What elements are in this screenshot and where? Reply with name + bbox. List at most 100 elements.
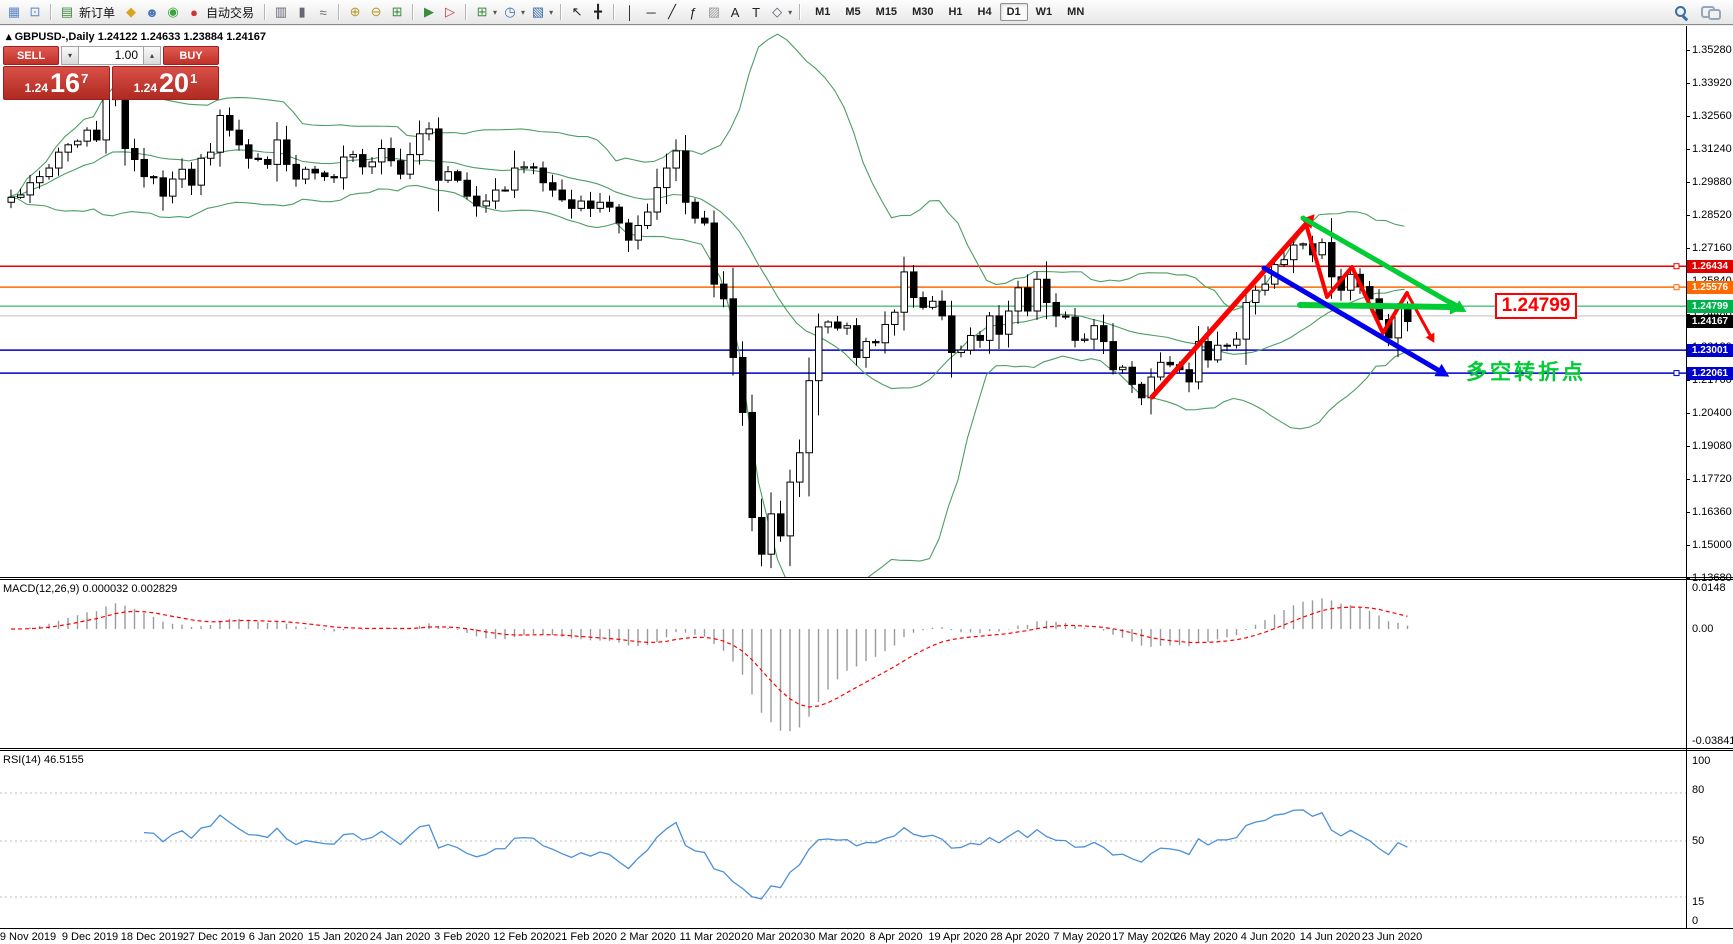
new-order-icon-label[interactable]: 新订单 — [79, 4, 115, 21]
date-tick-label: 17 May 2020 — [1112, 931, 1176, 943]
volume-up-button[interactable]: ▴ — [143, 46, 161, 65]
timeframe-w1[interactable]: W1 — [1029, 3, 1060, 21]
arrows-tool-icon-dropdown[interactable]: ▾ — [788, 8, 792, 17]
profiles-icon[interactable]: ⊡ — [25, 3, 45, 22]
price-tickmark — [1686, 50, 1690, 51]
price-tickmark — [1686, 512, 1690, 513]
price-tick-label: 1.28520 — [1692, 209, 1732, 221]
cursor-icon[interactable]: ↖ — [567, 3, 587, 22]
price-tickmark — [1686, 248, 1690, 249]
price-tick-label: 1.35280 — [1692, 44, 1732, 56]
buy-button[interactable]: BUY — [163, 46, 219, 65]
date-tick-label: 14 Jun 2020 — [1299, 931, 1361, 943]
tile-windows-icon[interactable]: ⊞ — [387, 3, 407, 22]
panel-separator[interactable] — [0, 748, 1733, 751]
date-tick-label: 7 May 2020 — [1053, 931, 1111, 943]
price-tick-label: 1.32560 — [1692, 110, 1732, 122]
panel-separator[interactable] — [0, 577, 1733, 580]
price-chart-canvas[interactable] — [0, 26, 1687, 578]
autotrade-icon-label[interactable]: 自动交易 — [206, 4, 254, 21]
price-tickmark — [1686, 116, 1690, 117]
macd-label: MACD(12,26,9) 0.000032 0.002829 — [3, 583, 178, 595]
sell-button[interactable]: SELL — [3, 46, 59, 65]
toolbar-separator — [412, 4, 415, 20]
arrows-tool-icon[interactable]: ◇ — [767, 3, 787, 22]
candle-chart-type-icon[interactable]: ▮ — [292, 3, 312, 22]
toolbar-separator — [50, 4, 52, 20]
volume-input[interactable]: 1.00 — [79, 46, 143, 65]
gold-chart-icon[interactable]: ◆ — [121, 3, 141, 22]
main-toolbar: ▦ ⊡ ▤ 新订单 ◆ ☻ ◉ ● 自动交易 ▥ ▮ ≈ ⊕ ⊖ ⊞ ▶ ▷ ⊞ ▾ ◷ ▾ ▧ ▾ ↖ ╋ │ ─ ╱ ƒ ▨ A T ◇ ▾ … — [0, 0, 1733, 25]
date-tick-label: 26 May 2020 — [1174, 931, 1238, 943]
label-tool-icon[interactable]: T — [746, 3, 766, 22]
timeframe-m30[interactable]: M30 — [905, 3, 940, 21]
date-tick-label: 24 Jan 2020 — [369, 931, 431, 943]
price-level-badge: 1.24799 — [1687, 299, 1733, 313]
new-order-icon[interactable]: ▤ — [57, 3, 77, 22]
buy-price-button[interactable]: 1.24 20 1 — [112, 66, 219, 100]
rsi-panel[interactable] — [0, 752, 1687, 928]
indicators-template-icon-dropdown[interactable]: ▾ — [549, 8, 553, 17]
trendline-tool-icon[interactable]: ╱ — [662, 3, 682, 22]
text-tool-icon[interactable]: A — [725, 3, 745, 22]
timeframe-m1[interactable]: M1 — [808, 3, 837, 21]
timeframe-h4[interactable]: H4 — [971, 3, 999, 21]
new-chart-icon[interactable]: ⊞ — [472, 3, 492, 22]
channel-tool-icon[interactable]: ▨ — [704, 3, 724, 22]
date-tick-label: 30 Mar 2020 — [803, 931, 865, 943]
zoom-out-icon[interactable]: ⊖ — [366, 3, 386, 22]
date-tick-label: 18 Dec 2019 — [120, 931, 184, 943]
auto-scroll-icon[interactable]: ▶ — [419, 3, 439, 22]
timeframes-clock-icon-dropdown[interactable]: ▾ — [521, 8, 525, 17]
timeframes-clock-icon[interactable]: ◷ — [500, 3, 520, 22]
chart-shift-icon[interactable]: ▷ — [440, 3, 460, 22]
rsi-scale-label: 100 — [1692, 755, 1711, 767]
fibonacci-tool-icon[interactable]: ƒ — [683, 3, 703, 22]
turning-point-note: 多空转折点 — [1466, 361, 1586, 384]
chart-window[interactable]: ▴ GBPUSD-,Daily 1.24122 1.24633 1.23884 … — [0, 26, 1733, 944]
timeframe-h1[interactable]: H1 — [941, 3, 969, 21]
ask-price-prefix: 1.24 — [133, 81, 158, 95]
line-chart-type-icon[interactable]: ≈ — [313, 3, 333, 22]
bid-price-big: 16 — [50, 68, 81, 98]
price-level-badge: 1.26434 — [1687, 259, 1733, 273]
signal-icon[interactable]: ◉ — [163, 3, 183, 22]
date-tick-label: 6 Jan 2020 — [248, 931, 304, 943]
indicators-template-icon[interactable]: ▧ — [528, 3, 548, 22]
hline-tool-icon[interactable]: ─ — [641, 3, 661, 22]
collapse-arrow-icon[interactable]: ▴ — [6, 31, 12, 43]
macd-scale-label: -0.038415 — [1692, 735, 1733, 747]
timeframe-m15[interactable]: M15 — [869, 3, 904, 21]
date-tick-label: 28 Apr 2020 — [990, 931, 1050, 943]
timeframe-mn[interactable]: MN — [1060, 3, 1091, 21]
toolbar-icons: ▦ ⊡ ▤ 新订单 ◆ ☻ ◉ ● 自动交易 ▥ ▮ ≈ ⊕ ⊖ ⊞ ▶ ▷ ⊞ ▾ ◷ ▾ ▧ ▾ ↖ ╋ │ ─ ╱ ƒ ▨ A T ◇ ▾ — [4, 3, 805, 22]
new-chart-icon-dropdown[interactable]: ▾ — [493, 8, 497, 17]
autotrade-icon[interactable]: ● — [184, 3, 204, 22]
bid-price-pip: 7 — [81, 71, 89, 86]
price-tick-label: 1.29880 — [1692, 176, 1732, 188]
ask-price-pip: 1 — [190, 71, 198, 86]
bar-chart-type-icon[interactable]: ▥ — [271, 3, 291, 22]
timeframe-d1[interactable]: D1 — [999, 3, 1028, 21]
date-tick-label: 12 Feb 2020 — [493, 931, 555, 943]
bid-price-prefix: 1.24 — [24, 81, 49, 95]
sell-price-button[interactable]: 1.24 16 7 — [3, 66, 110, 100]
ask-price-big: 20 — [159, 68, 190, 98]
price-tick-label: 1.31240 — [1692, 143, 1732, 155]
date-tick-label: 2 Mar 2020 — [620, 931, 676, 943]
price-level-badge: 1.23001 — [1687, 343, 1733, 357]
community-icon[interactable]: ☻ — [142, 3, 162, 22]
vline-tool-icon[interactable]: │ — [620, 3, 640, 22]
charts-window-icon[interactable]: ▦ — [4, 3, 24, 22]
timeframe-toolbar: M1 M5 M15 M30 H1 H4 D1 W1 MN — [808, 3, 1091, 21]
crosshair-icon[interactable]: ╋ — [588, 3, 608, 22]
volume-down-button[interactable]: ▾ — [61, 46, 79, 65]
price-callout-box[interactable]: 1.24799 — [1495, 293, 1577, 319]
timeframe-m5[interactable]: M5 — [838, 3, 867, 21]
search-icon[interactable] — [1674, 5, 1689, 20]
macd-panel[interactable] — [0, 581, 1687, 748]
symbol-period-label: GBPUSD-,Daily — [14, 31, 95, 43]
chat-icon[interactable] — [1701, 5, 1721, 20]
date-tick-label: 20 Mar 2020 — [741, 931, 803, 943]
zoom-in-icon[interactable]: ⊕ — [345, 3, 365, 22]
